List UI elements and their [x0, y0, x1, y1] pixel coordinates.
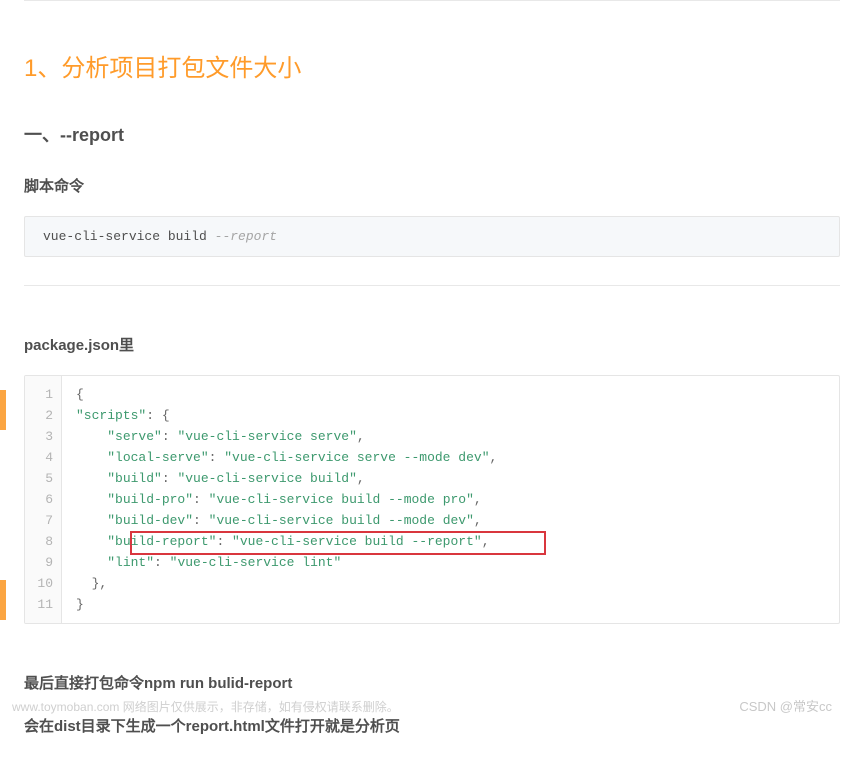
- side-marker: [0, 580, 6, 620]
- line-number: 3: [35, 426, 53, 447]
- code-block: 1234567891011 {"scripts": { "serve": "vu…: [24, 375, 840, 624]
- paragraph: 会在dist目录下生成一个report.html文件打开就是分析页: [24, 715, 840, 736]
- code-line: },: [76, 573, 825, 594]
- code-line: "build-pro": "vue-cli-service build --mo…: [76, 489, 825, 510]
- line-number: 9: [35, 552, 53, 573]
- line-number: 7: [35, 510, 53, 531]
- side-marker: [0, 390, 6, 430]
- code-line: "build-report": "vue-cli-service build -…: [76, 531, 825, 552]
- code-line: "scripts": {: [76, 405, 825, 426]
- code-line: "serve": "vue-cli-service serve",: [76, 426, 825, 447]
- code-line: "lint": "vue-cli-service lint": [76, 552, 825, 573]
- code-line: "build": "vue-cli-service build",: [76, 468, 825, 489]
- line-number: 1: [35, 384, 53, 405]
- code-text: vue-cli-service build: [43, 229, 215, 244]
- line-number-gutter: 1234567891011: [25, 376, 62, 623]
- paragraph: 最后直接打包命令npm run bulid-report: [24, 672, 840, 693]
- code-line: "local-serve": "vue-cli-service serve --…: [76, 447, 825, 468]
- line-number: 6: [35, 489, 53, 510]
- line-number: 10: [35, 573, 53, 594]
- line-number: 5: [35, 468, 53, 489]
- inline-code-block: vue-cli-service build --report: [24, 216, 840, 257]
- subsection-heading: 一、--report: [24, 121, 840, 147]
- code-line: {: [76, 384, 825, 405]
- watermark-right: CSDN @常安cc: [739, 696, 832, 715]
- line-number: 8: [35, 531, 53, 552]
- code-line: "build-dev": "vue-cli-service build --mo…: [76, 510, 825, 531]
- divider: [24, 285, 840, 286]
- article-content: 1、分析项目打包文件大小 一、--report 脚本命令 vue-cli-ser…: [24, 0, 840, 758]
- section-heading: 1、分析项目打包文件大小: [24, 48, 840, 83]
- line-number: 2: [35, 405, 53, 426]
- line-number: 11: [35, 594, 53, 615]
- line-number: 4: [35, 447, 53, 468]
- paragraph-heading: package.json里: [24, 334, 840, 355]
- code-flag: --report: [215, 229, 277, 244]
- code-line: }: [76, 594, 825, 615]
- code-body: {"scripts": { "serve": "vue-cli-service …: [62, 376, 839, 623]
- watermark-left: www.toymoban.com 网络图片仅供展示，非存储，如有侵权请联系删除。: [12, 698, 399, 715]
- paragraph-heading: 脚本命令: [24, 175, 840, 196]
